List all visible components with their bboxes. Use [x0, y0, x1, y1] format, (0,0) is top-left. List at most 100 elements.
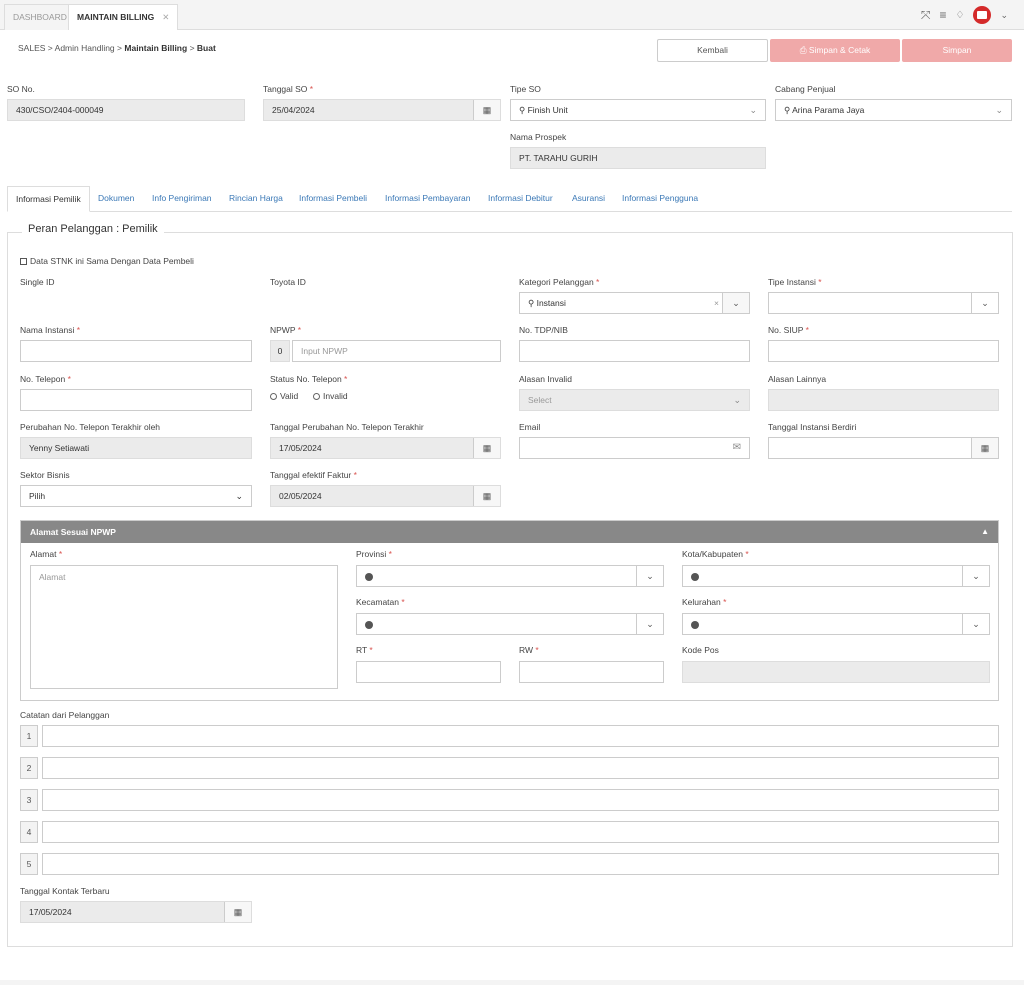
- tipe-instansi-select[interactable]: ⌄: [768, 292, 999, 314]
- npwp-input[interactable]: Input NPWP: [292, 340, 501, 362]
- main-content: SALES > Admin Handling > Maintain Billin…: [0, 30, 1024, 980]
- provinsi-label: Provinsi *: [356, 549, 392, 559]
- avatar[interactable]: [973, 6, 992, 24]
- rw-input[interactable]: [519, 661, 664, 683]
- close-icon[interactable]: ✕: [162, 12, 169, 22]
- breadcrumb-separator: >: [189, 43, 195, 53]
- search-icon: ⚲: [528, 298, 537, 308]
- tab-informasi-pembayaran[interactable]: Informasi Pembayaran: [377, 186, 479, 212]
- tab-informasi-debitur[interactable]: Informasi Debitur: [480, 186, 561, 212]
- top-icons: ⤧ ≡ ♢ ⌄: [921, 6, 1008, 24]
- clear-icon[interactable]: ×: [714, 293, 719, 313]
- provinsi-select[interactable]: ⌄: [356, 565, 664, 587]
- breadcrumb-sales[interactable]: SALES: [18, 43, 45, 53]
- section-title: Peran Pelanggan : Pemilik: [22, 223, 164, 235]
- sektor-select[interactable]: Pilih ⌄: [20, 485, 252, 507]
- kode-pos-field: [682, 661, 990, 683]
- tipe-so-label: Tipe SO: [510, 84, 541, 94]
- prospek-label: Nama Prospek: [510, 132, 567, 142]
- chevron-down-icon: ⌄: [962, 614, 989, 634]
- tab-info-pengiriman[interactable]: Info Pengiriman: [144, 186, 220, 212]
- checkbox-icon[interactable]: [20, 258, 27, 266]
- nama-instansi-input[interactable]: [20, 340, 252, 362]
- tab-asuransi[interactable]: Asuransi: [564, 186, 613, 212]
- telepon-input[interactable]: [20, 389, 252, 411]
- note-input-4[interactable]: [42, 821, 999, 843]
- tanggal-instansi-input[interactable]: ▦: [768, 437, 999, 459]
- kota-select[interactable]: ⌄: [682, 565, 990, 587]
- radio-valid[interactable]: Valid: [270, 391, 298, 401]
- breadcrumb-admin[interactable]: Admin Handling: [55, 43, 115, 53]
- kecamatan-select[interactable]: ⌄: [356, 613, 664, 635]
- breadcrumb-current: Buat: [196, 43, 216, 53]
- save-print-button[interactable]: ⎙ Simpan & Cetak: [770, 39, 900, 62]
- tipe-so-select[interactable]: ⚲ Finish Unit ⌄: [510, 99, 766, 121]
- note-input-1[interactable]: [42, 725, 999, 747]
- rt-input[interactable]: [356, 661, 501, 683]
- so-no-label: SO No.: [7, 84, 35, 94]
- kelurahan-select[interactable]: ⌄: [682, 613, 990, 635]
- back-button[interactable]: Kembali: [657, 39, 768, 62]
- tab-dokumen[interactable]: Dokumen: [90, 186, 142, 212]
- note-row-number: 2: [20, 757, 38, 779]
- note-input-3[interactable]: [42, 789, 999, 811]
- tanggal-so-field: 25/04/2024 ▦: [263, 99, 501, 121]
- tdp-input[interactable]: [519, 340, 750, 362]
- address-box-header[interactable]: Alamat Sesuai NPWP ▲: [21, 521, 998, 543]
- chevron-up-icon[interactable]: ▲: [981, 521, 989, 543]
- kategori-label: Kategori Pelanggan *: [519, 277, 600, 287]
- telepon-label: No. Telepon *: [20, 374, 71, 384]
- tab-dashboard-label: DASHBOARD: [13, 12, 67, 22]
- tdp-label: No. TDP/NIB: [519, 325, 568, 335]
- calendar-icon[interactable]: ▦: [971, 438, 998, 458]
- cabang-label: Cabang Penjual: [775, 84, 836, 94]
- cabang-select[interactable]: ⚲ Arina Parama Jaya ⌄: [775, 99, 1012, 121]
- radio-icon[interactable]: [313, 393, 320, 401]
- calendar-icon[interactable]: ▦: [224, 902, 251, 922]
- save-button[interactable]: Simpan: [902, 39, 1012, 62]
- kategori-select[interactable]: ⚲ Instansi × ⌄: [519, 292, 750, 314]
- kota-label: Kota/Kabupaten *: [682, 549, 749, 559]
- envelope-icon: ✉: [732, 442, 741, 453]
- email-input[interactable]: ✉: [519, 437, 750, 459]
- chevron-down-icon[interactable]: ⌄: [722, 293, 749, 313]
- tab-informasi-pembeli[interactable]: Informasi Pembeli: [291, 186, 375, 212]
- siup-input[interactable]: [768, 340, 999, 362]
- chevron-down-icon: ⌄: [749, 105, 757, 115]
- nama-instansi-label: Nama Instansi *: [20, 325, 81, 335]
- alasan-invalid-select: Select ⌄: [519, 389, 750, 411]
- tanggal-perubahan-label: Tanggal Perubahan No. Telepon Terakhir: [270, 422, 424, 432]
- chevron-down-icon[interactable]: ⌄: [1000, 10, 1008, 21]
- radio-invalid[interactable]: Invalid: [313, 391, 348, 401]
- rw-label: RW *: [519, 645, 539, 655]
- tab-informasi-pengguna[interactable]: Informasi Pengguna: [614, 186, 706, 212]
- calendar-icon[interactable]: ▦: [473, 486, 500, 506]
- expand-icon[interactable]: ⤧: [921, 8, 931, 23]
- note-row-number: 1: [20, 725, 38, 747]
- tanggal-instansi-label: Tanggal Instansi Berdiri: [768, 422, 857, 432]
- tab-maintain-label: MAINTAIN BILLING: [77, 12, 155, 22]
- kelurahan-label: Kelurahan *: [682, 597, 727, 607]
- calendar-icon[interactable]: ▦: [473, 438, 500, 458]
- notes-label: Catatan dari Pelanggan: [20, 710, 110, 720]
- alamat-textarea[interactable]: Alamat: [30, 565, 338, 689]
- note-input-5[interactable]: [42, 853, 999, 875]
- tab-rincian-harga[interactable]: Rincian Harga: [221, 186, 291, 212]
- globe-icon: [365, 572, 373, 581]
- bell-icon[interactable]: ♢: [955, 10, 964, 21]
- status-telepon-label: Status No. Telepon *: [270, 374, 348, 384]
- chevron-down-icon: ⌄: [995, 105, 1003, 115]
- radio-icon[interactable]: [270, 393, 277, 401]
- sektor-label: Sektor Bisnis: [20, 470, 70, 480]
- tab-maintain-billing[interactable]: MAINTAIN BILLING ✕: [68, 4, 179, 30]
- chevron-down-icon: ⌄: [962, 566, 989, 586]
- menu-icon[interactable]: ≡: [939, 8, 946, 22]
- same-as-buyer-checkbox[interactable]: Data STNK ini Sama Dengan Data Pembeli: [20, 256, 194, 266]
- single-id-label: Single ID: [20, 277, 55, 287]
- tab-dashboard[interactable]: DASHBOARD: [4, 4, 76, 30]
- calendar-icon[interactable]: ▦: [473, 100, 500, 120]
- tab-informasi-pemilik[interactable]: Informasi Pemilik: [7, 186, 90, 212]
- form-tabs: Informasi Pemilik Dokumen Info Pengirima…: [7, 186, 1012, 212]
- breadcrumb-maintain[interactable]: Maintain Billing: [124, 43, 187, 53]
- note-input-2[interactable]: [42, 757, 999, 779]
